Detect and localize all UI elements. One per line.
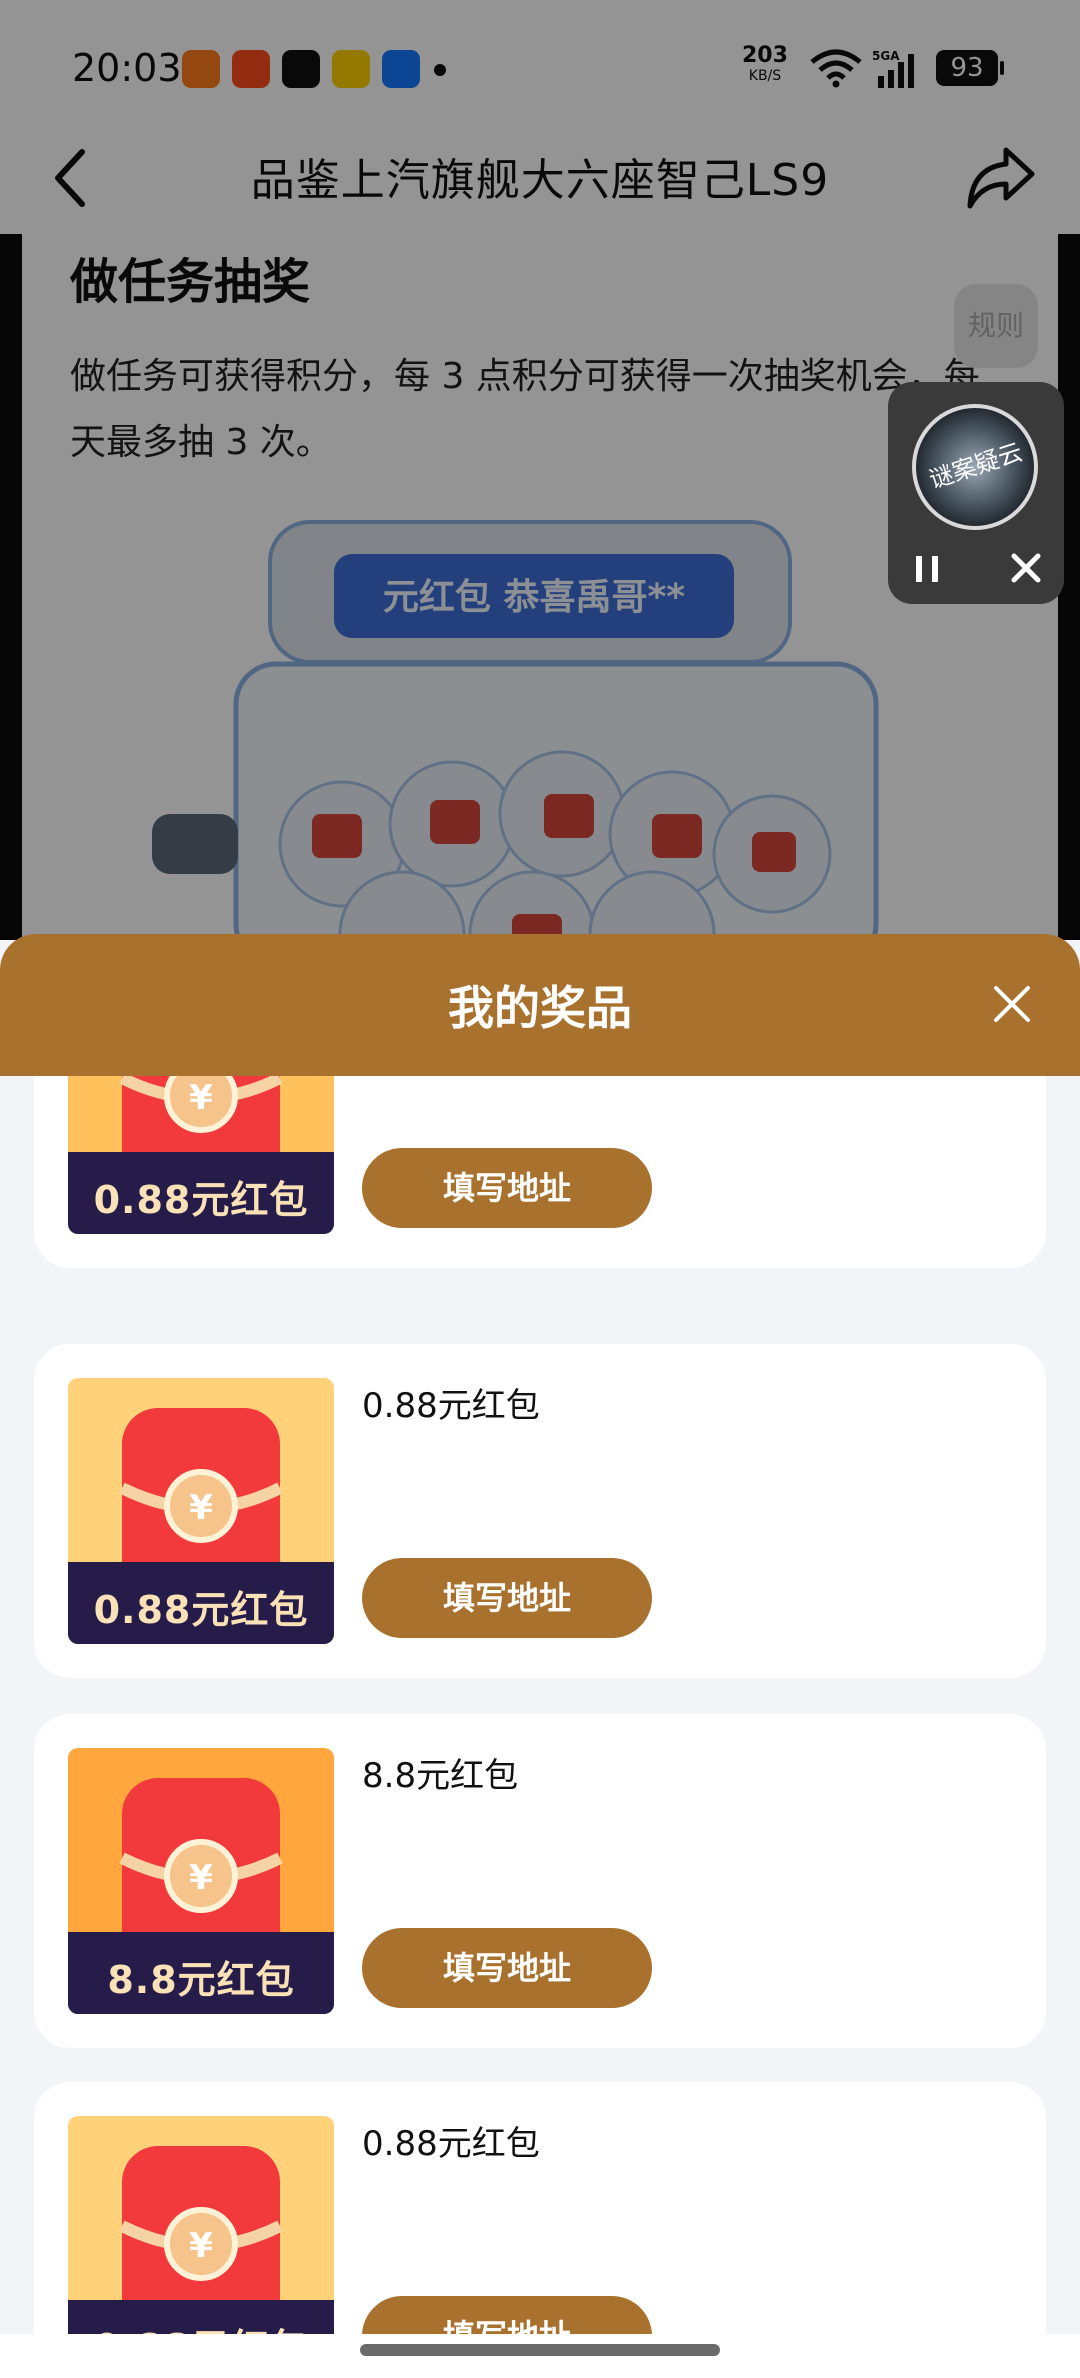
fill-address-button[interactable]: 填写地址 — [362, 1928, 652, 2008]
prize-image: ¥ 8.8元红包 — [68, 1748, 334, 2014]
prize-image-label: 0.88元红包 — [68, 2317, 334, 2334]
prize-name: 0.88元红包 — [362, 1386, 540, 1426]
music-player-widget: 谜案疑云 — [888, 382, 1064, 604]
prize-image-label: 0.88元红包 — [93, 1178, 309, 1222]
svg-text:¥: ¥ — [189, 2226, 213, 2266]
prize-name: 0.88元红包 — [362, 2124, 540, 2164]
prize-card: ¥ 0.88元红包 0.88元红包 填写地址 — [34, 1344, 1046, 1678]
pause-icon[interactable] — [910, 552, 944, 586]
svg-text:¥: ¥ — [189, 1488, 213, 1528]
home-indicator[interactable] — [360, 2344, 720, 2356]
fill-address-button[interactable]: 填写地址 — [362, 1148, 652, 1228]
fill-address-button[interactable]: 填写地址 — [362, 1558, 652, 1638]
prize-image: ¥ 0.88元红包 — [68, 1378, 334, 1644]
prize-card: ¥ 8.8元红包 8.8元红包 填写地址 — [34, 1714, 1046, 2048]
close-music-icon[interactable] — [1008, 550, 1044, 586]
sheet-title: 我的奖品 — [448, 981, 632, 1035]
prizes-list[interactable]: ¥ 0.88元红包 填写地址 ¥ 0.88元红包 0.88元红包 填写地址 ¥ … — [0, 1076, 1080, 2334]
fill-address-button[interactable]: 填写地址 — [362, 2296, 652, 2334]
prize-image-label: 8.8元红包 — [107, 1958, 295, 2002]
prize-card: ¥ 0.88元红包 0.88元红包 填写地址 — [34, 2082, 1046, 2334]
prize-image: ¥ 0.88元红包 — [68, 1076, 334, 1234]
gesture-area — [0, 2334, 1080, 2378]
prize-image: ¥ 0.88元红包 — [68, 2116, 334, 2334]
svg-text:¥: ¥ — [189, 1078, 213, 1118]
prize-card: ¥ 0.88元红包 填写地址 — [34, 1076, 1046, 1268]
music-disc-label: 谜案疑云 — [925, 437, 1026, 495]
svg-text:¥: ¥ — [189, 1858, 213, 1898]
close-sheet-icon[interactable] — [990, 982, 1034, 1026]
prize-image-label: 0.88元红包 — [93, 1588, 309, 1632]
music-disc[interactable]: 谜案疑云 — [912, 404, 1038, 530]
prize-name: 8.8元红包 — [362, 1756, 519, 1796]
prizes-sheet-header: 我的奖品 — [0, 934, 1080, 1076]
